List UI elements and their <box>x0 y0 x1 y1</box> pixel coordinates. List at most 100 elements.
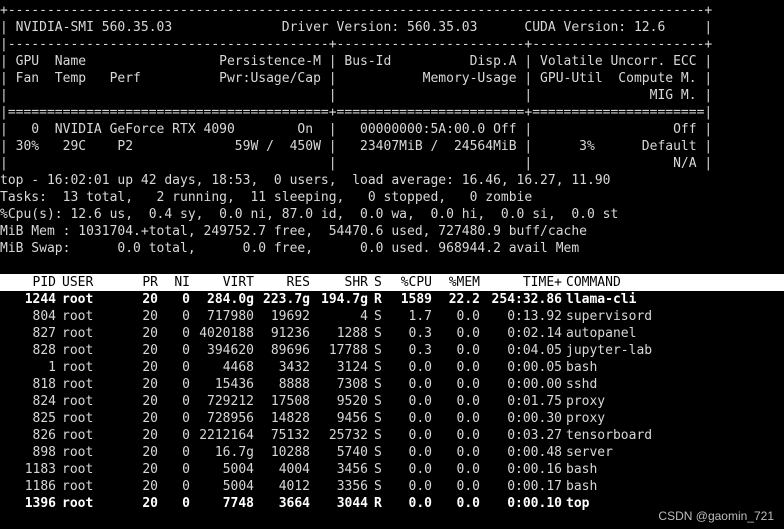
process-row[interactable]: 1244 root 20 0 284.0g 223.7g 194.7g R 1589 22.2 25… <box>0 291 784 308</box>
virt-cell: 394620 <box>207 343 254 358</box>
cpu-cell: 0.0 <box>408 496 432 511</box>
user-cell: root <box>62 343 94 358</box>
cpu-cell: 0.0 <box>408 445 432 460</box>
user-cell: root <box>62 309 94 324</box>
process-row[interactable]: 1186 root 20 0 5004 4012 3356 S 0.0 0.0 0:00.17 bas… <box>0 478 784 495</box>
state-cell: S <box>374 343 382 358</box>
priority-cell: 20 <box>142 309 158 324</box>
smi-title-row: | NVIDIA-SMI 560.35.03 Driver Version: 5… <box>0 20 713 35</box>
res-cell: 14828 <box>270 411 310 426</box>
nice-cell: 0 <box>182 462 190 477</box>
smi-header-row: | GPU Name Persistence-M | Bus-Id Disp.A… <box>0 54 713 69</box>
column-header-command: COMMAND <box>566 275 621 290</box>
virt-cell: 5004 <box>222 462 254 477</box>
column-header-user: USER <box>62 275 94 290</box>
cpu-cell: 0.0 <box>408 377 432 392</box>
pid-cell: 1186 <box>24 479 56 494</box>
user-cell: root <box>62 394 94 409</box>
shr-cell: 3456 <box>336 462 368 477</box>
shr-cell: 194.7g <box>321 292 368 307</box>
pid-cell: 1244 <box>24 292 56 307</box>
priority-cell: 20 <box>142 394 158 409</box>
nice-cell: 0 <box>182 326 190 341</box>
priority-cell: 20 <box>142 292 158 307</box>
virt-cell: 4020188 <box>199 326 254 341</box>
nice-cell: 0 <box>182 360 190 375</box>
virt-cell: 728956 <box>207 411 254 426</box>
state-cell: S <box>374 326 382 341</box>
command-cell: sshd <box>566 377 598 392</box>
time-cell: 0:00.10 <box>507 496 562 511</box>
nice-cell: 0 <box>182 309 190 324</box>
res-cell: 3664 <box>278 496 310 511</box>
mem-cell: 0.0 <box>456 343 480 358</box>
res-cell: 223.7g <box>263 292 310 307</box>
user-cell: root <box>62 445 94 460</box>
column-header-cpu: %CPU <box>400 275 432 290</box>
cpu-cell: 0.0 <box>408 479 432 494</box>
nice-cell: 0 <box>182 445 190 460</box>
mem-cell: 0.0 <box>456 309 480 324</box>
command-cell: llama-cli <box>566 292 637 307</box>
process-row[interactable]: 898 root 20 0 16.7g 10288 5740 S 0.0 0.0 0:00.48 se… <box>0 444 784 461</box>
smi-border-top: +---------------------------------------… <box>0 3 713 18</box>
column-header-shr: SHR <box>344 275 368 290</box>
command-cell: autopanel <box>566 326 637 341</box>
state-cell: S <box>374 428 382 443</box>
time-cell: 0:00.16 <box>507 462 562 477</box>
smi-gpu-row: | 0 NVIDIA GeForce RTX 4090 On | 0000000… <box>0 122 713 137</box>
nice-cell: 0 <box>182 411 190 426</box>
mem-cell: 0.0 <box>456 411 480 426</box>
res-cell: 19692 <box>270 309 310 324</box>
smi-gpu-row: | | | N/A | <box>0 156 713 171</box>
command-cell: supervisord <box>566 309 653 324</box>
command-cell: proxy <box>566 411 606 426</box>
terminal-window[interactable]: +---------------------------------------… <box>0 0 784 529</box>
process-row[interactable]: 824 root 20 0 729212 17508 9520 S 0.0 0.0 0:01.75 p… <box>0 393 784 410</box>
virt-cell: 5004 <box>222 479 254 494</box>
res-cell: 89696 <box>270 343 310 358</box>
virt-cell: 2212164 <box>199 428 254 443</box>
process-row[interactable]: 1183 root 20 0 5004 4004 3456 S 0.0 0.0 0:00.16 bas… <box>0 461 784 478</box>
column-header-time: TIME+ <box>522 275 562 290</box>
state-cell: S <box>374 411 382 426</box>
nice-cell: 0 <box>182 343 190 358</box>
pid-cell: 826 <box>32 428 56 443</box>
process-row[interactable]: 826 root 20 0 2212164 75132 25732 S 0.0 0.0 0:03.2… <box>0 427 784 444</box>
process-row[interactable]: 828 root 20 0 394620 89696 17788 S 0.3 0.0 0:04.05… <box>0 342 784 359</box>
time-cell: 0:13.92 <box>507 309 562 324</box>
pid-cell: 1183 <box>24 462 56 477</box>
state-cell: S <box>374 462 382 477</box>
process-row[interactable]: 825 root 20 0 728956 14828 9456 S 0.0 0.0 0:00.30 p… <box>0 410 784 427</box>
mem-cell: 0.0 <box>456 479 480 494</box>
user-cell: root <box>62 360 94 375</box>
column-header-pr: PR <box>142 275 158 290</box>
priority-cell: 20 <box>142 360 158 375</box>
nice-cell: 0 <box>182 496 190 511</box>
mem-cell: 0.0 <box>456 462 480 477</box>
cpu-cell: 0.3 <box>408 326 432 341</box>
process-row[interactable]: 818 root 20 0 15436 8888 7308 S 0.0 0.0 0:00.00 ssh… <box>0 376 784 393</box>
shr-cell: 3356 <box>336 479 368 494</box>
pid-cell: 818 <box>32 377 56 392</box>
virt-cell: 7748 <box>222 496 254 511</box>
smi-header-row: | | | MIG M. | <box>0 88 713 103</box>
process-row[interactable]: 827 root 20 0 4020188 91236 1288 S 0.3 0.0 0:02.14… <box>0 325 784 342</box>
watermark: CSDN @gaomin_721 <box>658 509 774 523</box>
smi-separator: |---------------------------------------… <box>0 37 713 52</box>
process-row[interactable]: 804 root 20 0 717980 19692 4 S 1.7 0.0 0:13.92 supe… <box>0 308 784 325</box>
state-cell: S <box>374 360 382 375</box>
shr-cell: 3124 <box>336 360 368 375</box>
user-cell: root <box>62 326 94 341</box>
priority-cell: 20 <box>142 445 158 460</box>
top-swap-line: MiB Swap: 0.0 total, 0.0 free, 0.0 used.… <box>0 241 580 256</box>
shr-cell: 25732 <box>328 428 368 443</box>
shr-cell: 4 <box>360 309 368 324</box>
command-cell: jupyter-lab <box>566 343 653 358</box>
time-cell: 0:02.14 <box>507 326 562 341</box>
time-cell: 0:03.27 <box>507 428 562 443</box>
command-cell: tensorboard <box>566 428 653 443</box>
shr-cell: 7308 <box>336 377 368 392</box>
process-row[interactable]: 1 root 20 0 4468 3432 3124 S 0.0 0.0 0:00.05 bash <box>0 359 784 376</box>
mem-cell: 0.0 <box>456 394 480 409</box>
